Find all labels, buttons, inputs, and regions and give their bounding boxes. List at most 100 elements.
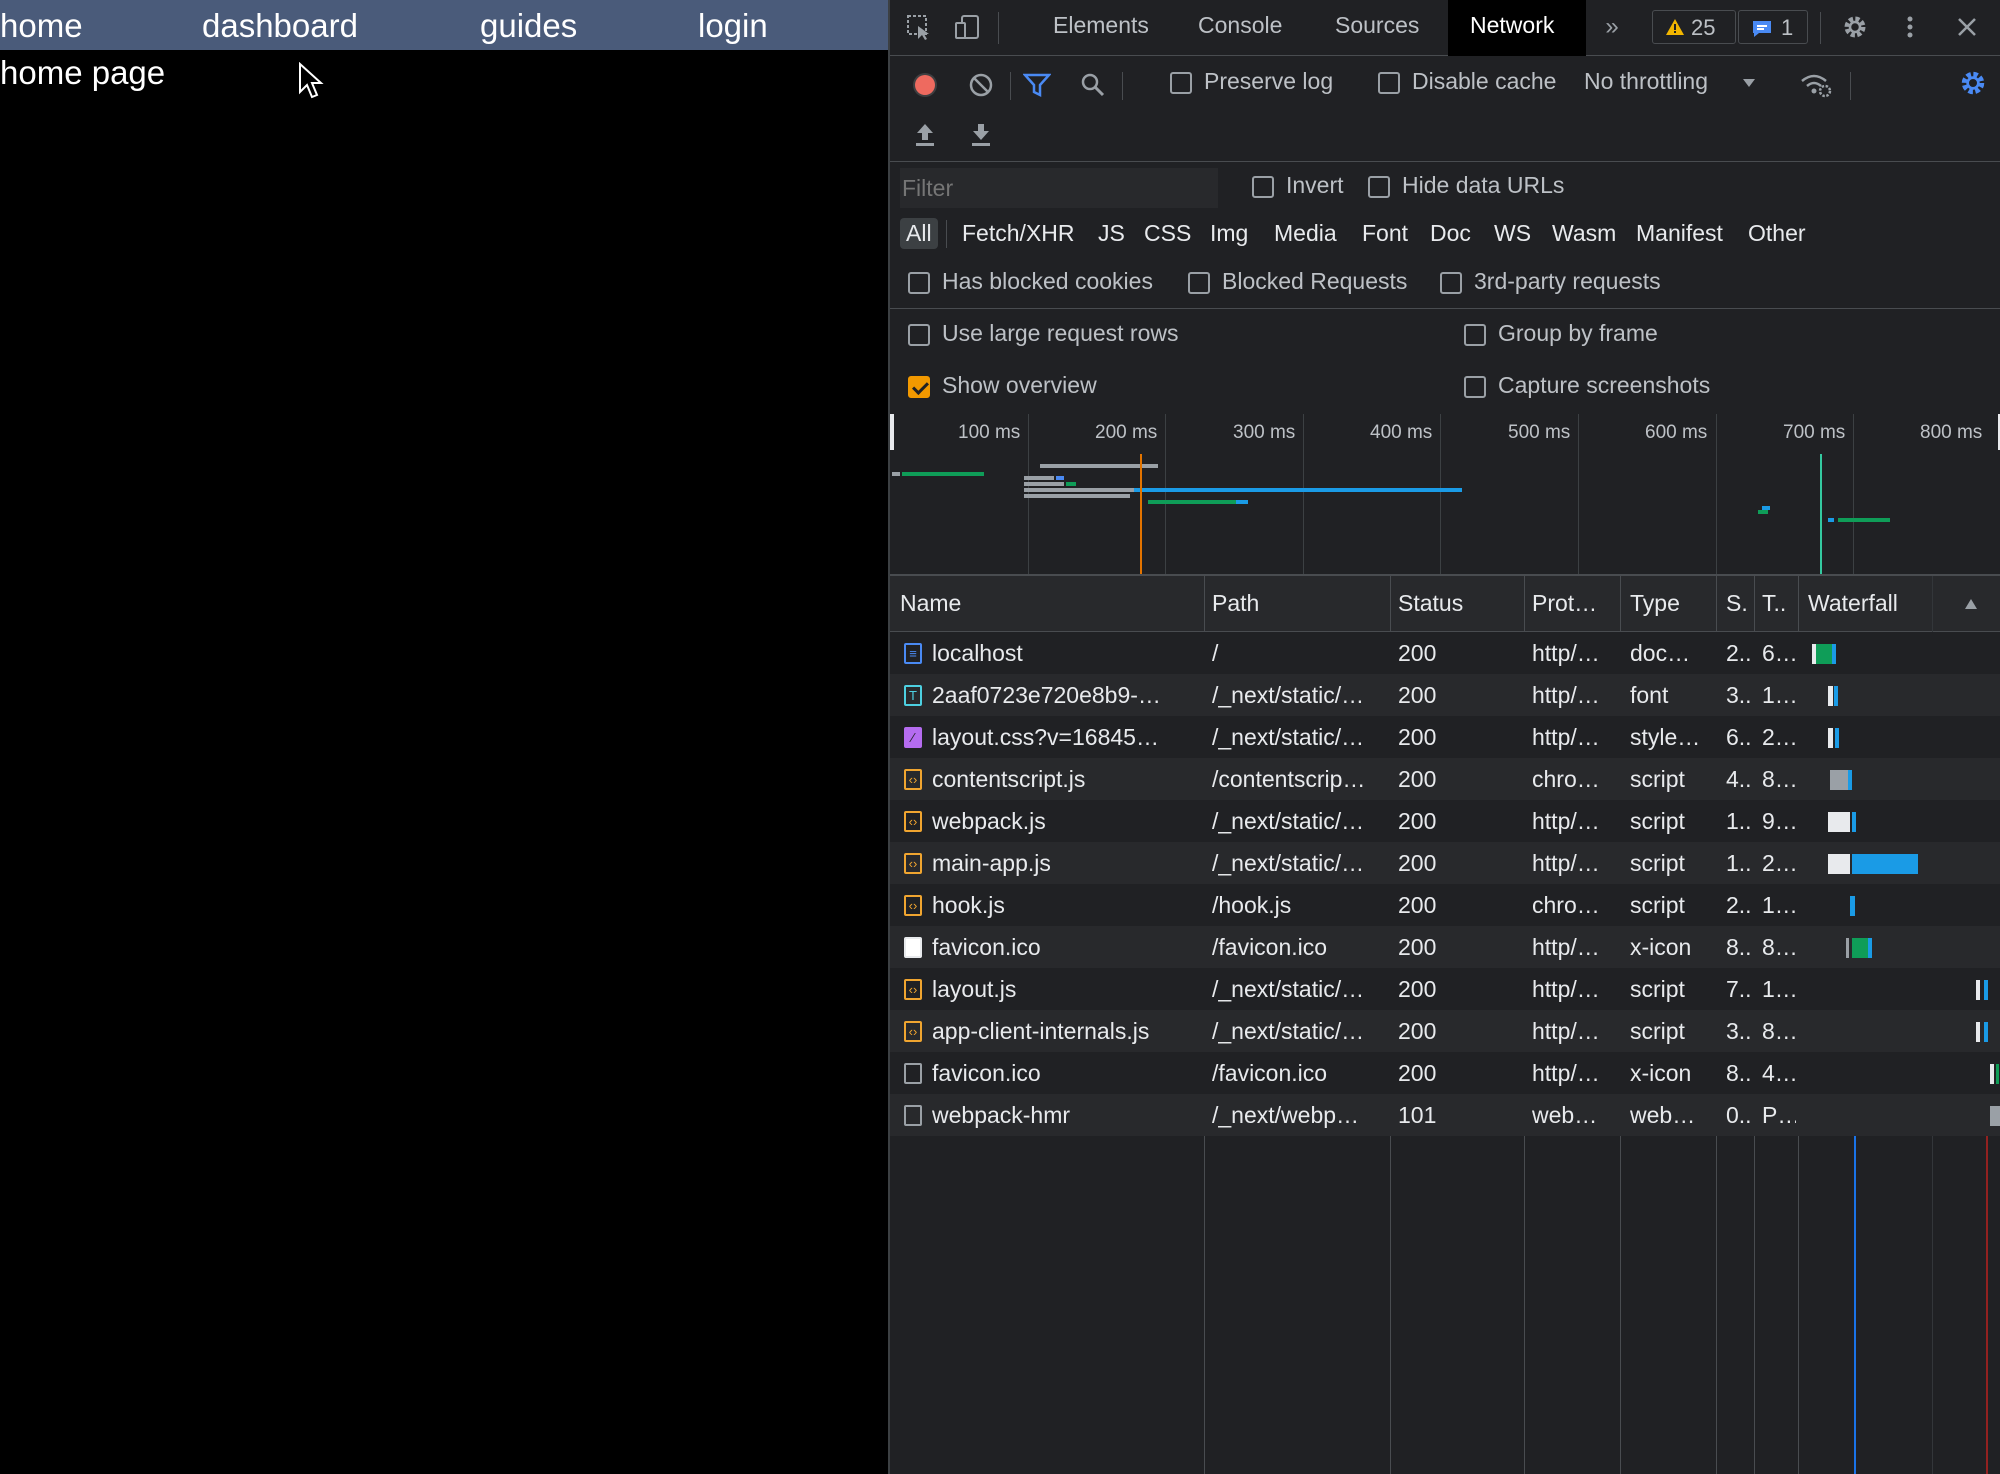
nav-link-login[interactable]: login: [698, 7, 768, 45]
record-icon[interactable]: [910, 70, 940, 100]
table-row[interactable]: webpack-hmr /_next/webp… 101 web… web… 0.. P…: [890, 1094, 2000, 1136]
nav-link-dashboard[interactable]: dashboard: [202, 7, 358, 45]
table-row[interactable]: favicon.ico/favicon.ico 200 http/… x-icon 8.…: [890, 926, 2000, 968]
overview-left-handle[interactable]: [890, 414, 894, 450]
inspect-element-icon[interactable]: [904, 12, 934, 42]
type-filter-manifest[interactable]: Manifest: [1630, 218, 1729, 249]
type-filter-media[interactable]: Media: [1268, 218, 1343, 249]
export-har-icon[interactable]: [966, 120, 996, 150]
tab-elements[interactable]: Elements: [1053, 12, 1149, 39]
request-path: /_next/static/…: [1212, 1018, 1365, 1044]
filter-icon[interactable]: [1022, 70, 1052, 100]
request-name: app-client-internals.js: [932, 1018, 1150, 1044]
more-options-icon[interactable]: [1900, 12, 1920, 42]
nav-link-guides[interactable]: guides: [480, 7, 577, 45]
third-party-requests-checkbox[interactable]: [1440, 272, 1462, 294]
large-request-rows-checkbox[interactable]: [908, 324, 930, 346]
request-path: /favicon.ico: [1212, 934, 1328, 960]
capture-screenshots-checkbox[interactable]: [1464, 376, 1486, 398]
disable-cache-checkbox[interactable]: [1378, 72, 1400, 94]
search-icon[interactable]: [1078, 70, 1108, 100]
network-overview[interactable]: 100 ms 200 ms 300 ms 400 ms 500 ms 600 m…: [890, 414, 2000, 576]
has-blocked-cookies-checkbox[interactable]: [908, 272, 930, 294]
messages-badge[interactable]: 1: [1738, 10, 1808, 44]
column-header-name[interactable]: Name: [900, 590, 961, 617]
tab-console[interactable]: Console: [1198, 12, 1282, 39]
request-type: script: [1630, 808, 1685, 834]
type-filter-img[interactable]: Img: [1204, 218, 1254, 249]
table-row[interactable]: T 2aaf0723e720e8b9-… /_next/static/… 200 htt…: [890, 674, 2000, 716]
request-size: 2..: [1726, 892, 1752, 918]
request-type: x-icon: [1630, 1060, 1692, 1086]
nav-link-home[interactable]: home: [0, 7, 83, 45]
type-filter-css[interactable]: CSS: [1138, 218, 1197, 249]
waterfall-bar: [1996, 1064, 1999, 1084]
table-row[interactable]: ‹› contentscript.js/contentscrip… 200 chro……: [890, 758, 2000, 800]
type-filter-font[interactable]: Font: [1356, 218, 1414, 249]
table-row[interactable]: ‹› layout.js /_next/static/… 200 http/… scrip…: [890, 968, 2000, 1010]
table-row[interactable]: favicon.ico/favicon.ico 200 http/… x-icon 8.…: [890, 1052, 2000, 1094]
tab-sources[interactable]: Sources: [1335, 12, 1419, 39]
type-filter-js[interactable]: JS: [1092, 218, 1131, 249]
request-size: 7..: [1726, 976, 1752, 1002]
clear-icon[interactable]: [966, 70, 996, 100]
network-settings-gear-icon[interactable]: [1956, 66, 1990, 100]
warning-icon: [1666, 19, 1684, 35]
request-path: /favicon.ico: [1212, 1060, 1328, 1086]
preserve-log-checkbox[interactable]: [1170, 72, 1192, 94]
table-row[interactable]: ‹› main-app.js /_next/static/… 200 http/… scr…: [890, 842, 2000, 884]
filter-input[interactable]: [900, 168, 1218, 208]
column-header-protocol[interactable]: Prot…: [1532, 590, 1597, 617]
type-filter-doc[interactable]: Doc: [1424, 218, 1477, 249]
table-row[interactable]: ‹› webpack.js /_next/static/… 200 http/… scri…: [890, 800, 2000, 842]
request-status: 200: [1398, 766, 1437, 792]
overview-bar: [902, 472, 984, 476]
tab-network-active[interactable]: Network: [1448, 0, 1586, 56]
request-type: x-icon: [1630, 934, 1692, 960]
filter-input-box[interactable]: [900, 168, 1218, 208]
more-tabs-icon[interactable]: »: [1600, 13, 1624, 40]
type-filter-ws[interactable]: WS: [1488, 218, 1537, 249]
table-row[interactable]: ‹› hook.js/hook.js 200 chro… script 2.. 1…: [890, 884, 2000, 926]
column-header-status[interactable]: Status: [1398, 590, 1463, 617]
app-nav-bar: home dashboard guides login: [0, 0, 888, 50]
group-by-frame-checkbox[interactable]: [1464, 324, 1486, 346]
request-size: 2..: [1726, 640, 1752, 666]
hide-data-urls-checkbox[interactable]: [1368, 176, 1390, 198]
settings-gear-icon[interactable]: [1840, 12, 1870, 42]
request-size: 4..: [1726, 766, 1752, 792]
messages-count: 1: [1781, 15, 1794, 40]
request-path: /_next/webp…: [1212, 1102, 1360, 1128]
column-header-waterfall[interactable]: Waterfall: [1808, 590, 1898, 617]
script-file-icon: ‹›: [904, 769, 922, 790]
waterfall-bar: [1832, 644, 1836, 664]
waterfall-bar: [1828, 854, 1850, 874]
import-har-icon[interactable]: [910, 120, 940, 150]
overview-bar: [1056, 476, 1064, 480]
throttling-select[interactable]: No throttling: [1584, 64, 1764, 100]
table-row[interactable]: ≡ localhost / 200 http/… doc… 2.. 6…: [890, 632, 2000, 674]
close-devtools-icon[interactable]: [1952, 12, 1982, 42]
device-toolbar-icon[interactable]: [952, 12, 982, 42]
type-filter-other[interactable]: Other: [1742, 218, 1812, 249]
type-filter-wasm[interactable]: Wasm: [1546, 218, 1622, 249]
table-row[interactable]: ⁄ layout.css?v=16845… /_next/static/… 200 ht…: [890, 716, 2000, 758]
table-row[interactable]: ‹› app-client-internals.js /_next/static/……: [890, 1010, 2000, 1052]
column-header-size[interactable]: S.: [1726, 590, 1748, 617]
large-request-rows-label: Use large request rows: [942, 320, 1179, 346]
request-time: 6…: [1762, 640, 1796, 666]
show-overview-checkbox[interactable]: [908, 376, 930, 398]
invert-checkbox[interactable]: [1252, 176, 1274, 198]
column-header-time[interactable]: T..: [1762, 590, 1786, 617]
network-conditions-icon[interactable]: [1798, 68, 1834, 102]
type-filter-all[interactable]: All: [900, 218, 938, 249]
type-filter-fetch-xhr[interactable]: Fetch/XHR: [956, 218, 1080, 249]
blocked-requests-checkbox[interactable]: [1188, 272, 1210, 294]
column-header-path[interactable]: Path: [1212, 590, 1259, 617]
capture-screenshots-label: Capture screenshots: [1498, 372, 1711, 398]
warnings-badge[interactable]: 25: [1652, 10, 1736, 44]
sort-ascending-icon[interactable]: [1964, 598, 1978, 610]
request-path: /hook.js: [1212, 892, 1292, 918]
column-header-type[interactable]: Type: [1630, 590, 1680, 617]
request-time: 1…: [1762, 976, 1796, 1002]
